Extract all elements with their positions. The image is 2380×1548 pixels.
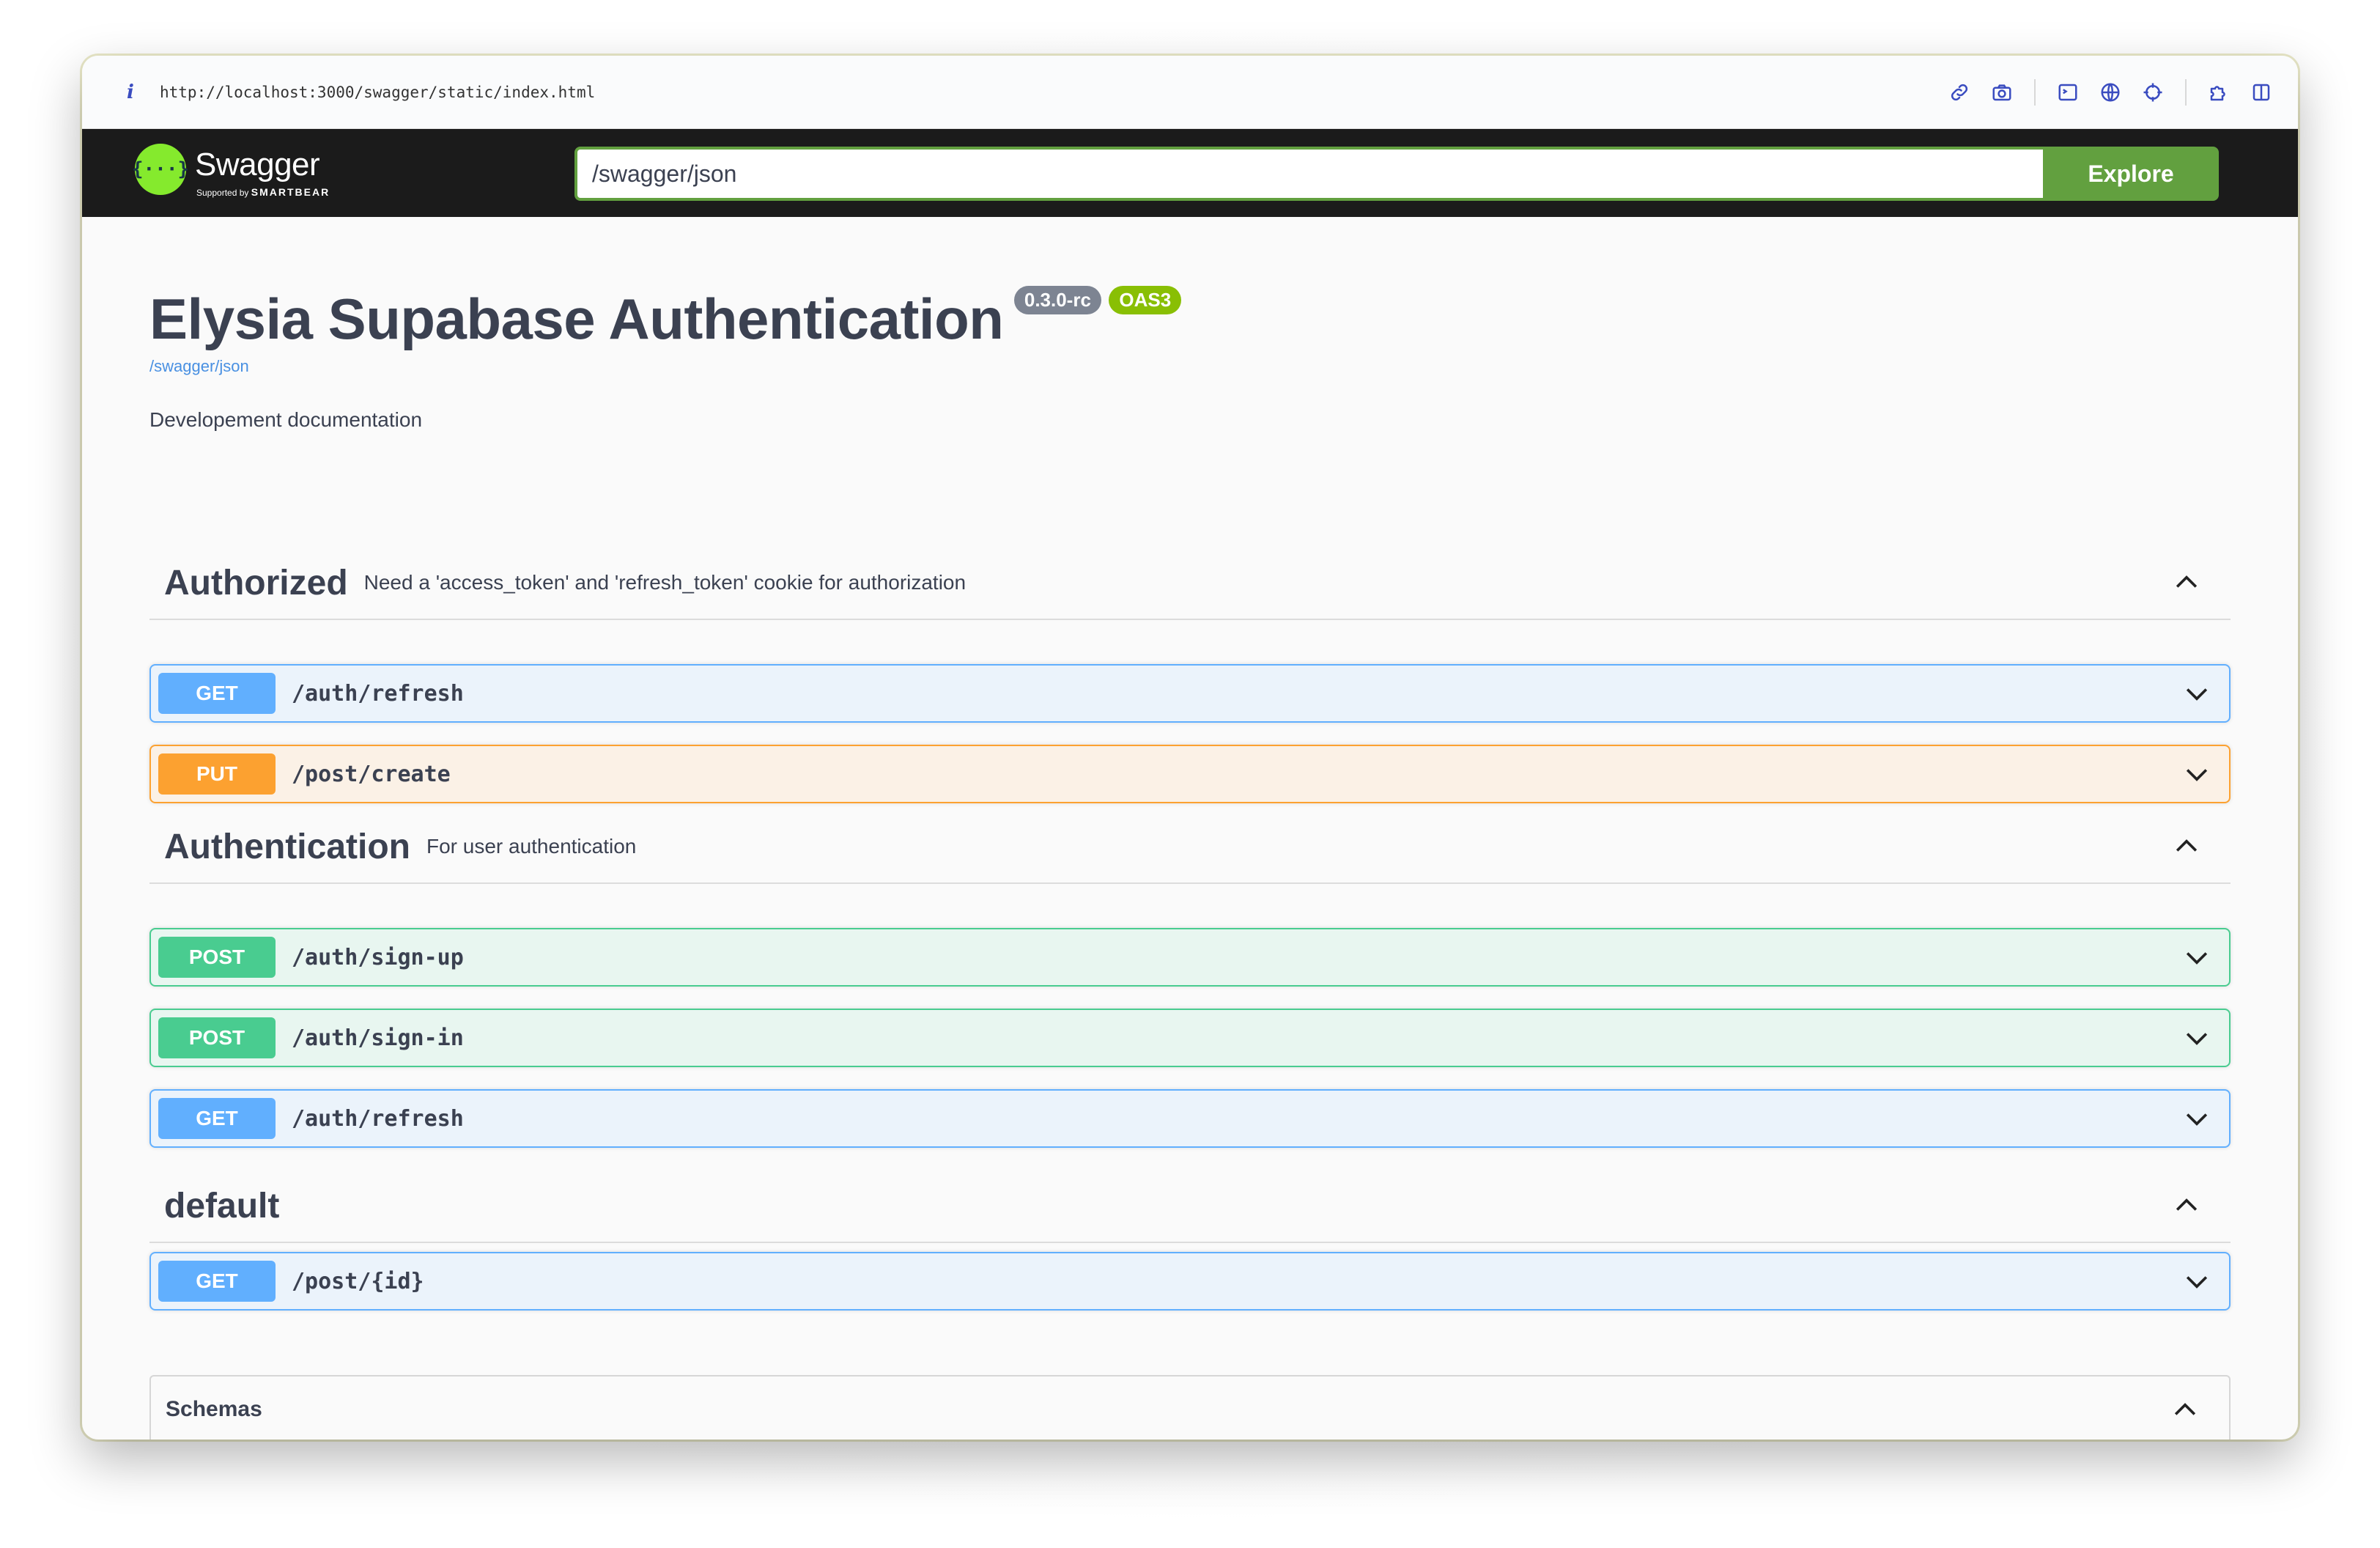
crosshair-icon[interactable]	[2138, 78, 2168, 107]
operation-path: /post/create	[292, 761, 451, 787]
tag-name: Authorized	[164, 563, 348, 602]
terminal-icon[interactable]	[2053, 78, 2082, 107]
info-icon[interactable]: i	[123, 81, 138, 103]
spec-url-input[interactable]	[574, 147, 2043, 201]
operation-path: /auth/refresh	[292, 680, 464, 707]
chevron-up-icon[interactable]	[2170, 567, 2203, 599]
chevron-up-icon[interactable]	[2170, 830, 2203, 863]
method-badge: PUT	[158, 753, 276, 795]
browser-toolbar	[1945, 56, 2276, 129]
schemas-title: Schemas	[166, 1397, 262, 1421]
chevron-up-icon[interactable]	[2170, 1190, 2203, 1222]
explore-button[interactable]: Explore	[2043, 147, 2219, 201]
spec-link[interactable]: /swagger/json	[149, 357, 1181, 376]
method-badge: POST	[158, 937, 276, 978]
swagger-logo-text: Swagger	[195, 147, 320, 183]
operation-path: /auth/sign-up	[292, 944, 464, 970]
camera-icon[interactable]	[1987, 78, 2017, 107]
api-description: Developement documentation	[149, 408, 423, 431]
chevron-down-icon[interactable]	[2181, 1022, 2213, 1054]
operation-path: /auth/sign-in	[292, 1025, 464, 1051]
tag-header-default[interactable]: default	[149, 1170, 2231, 1243]
chevron-down-icon[interactable]	[2181, 758, 2213, 790]
swagger-logo[interactable]: {···} Swagger Supported by SMARTBEAR	[132, 144, 355, 202]
tagline-brand: SMARTBEAR	[251, 186, 330, 198]
schemas-section: Schemas	[149, 1375, 2231, 1440]
version-badge: 0.3.0-rc	[1013, 286, 1101, 314]
operation-put-post-create[interactable]: PUT /post/create	[149, 745, 2231, 803]
toolbar-divider	[2185, 79, 2187, 106]
swagger-topbar: {···} Swagger Supported by SMARTBEAR Exp…	[82, 129, 2298, 217]
operation-get-post-id[interactable]: GET /post/{id}	[149, 1252, 2231, 1311]
url-text[interactable]: http://localhost:3000/swagger/static/ind…	[160, 84, 595, 101]
tag-name: Authentication	[164, 827, 410, 866]
schemas-header[interactable]: Schemas	[151, 1376, 2229, 1440]
operation-post-auth-sign-in[interactable]: POST /auth/sign-in	[149, 1009, 2231, 1067]
chevron-down-icon[interactable]	[2181, 941, 2213, 973]
operation-get-auth-refresh[interactable]: GET /auth/refresh	[149, 664, 2231, 723]
chevron-down-icon[interactable]	[2181, 1102, 2213, 1135]
chevron-down-icon[interactable]	[2181, 1265, 2213, 1297]
tag-header-authentication[interactable]: Authentication For user authentication	[149, 811, 2231, 884]
operation-path: /auth/refresh	[292, 1105, 464, 1132]
chevron-up-icon[interactable]	[2169, 1394, 2201, 1426]
method-badge: GET	[158, 1098, 276, 1139]
oas-badge: OAS3	[1109, 286, 1182, 314]
method-badge: POST	[158, 1017, 276, 1058]
operation-path: /post/{id}	[292, 1268, 424, 1294]
globe-icon[interactable]	[2096, 78, 2125, 107]
browser-address-bar: i http://localhost:3000/swagger/static/i…	[82, 56, 2298, 129]
api-info: Elysia Supabase Authentication 0.3.0-rc …	[149, 286, 1182, 432]
method-badge: GET	[158, 1261, 276, 1302]
tag-description: For user authentication	[426, 835, 637, 858]
main-content: Elysia Supabase Authentication 0.3.0-rc …	[82, 217, 2298, 1440]
tag-header-authorized[interactable]: Authorized Need a 'access_token' and 're…	[149, 547, 2231, 620]
operation-post-auth-sign-up[interactable]: POST /auth/sign-up	[149, 928, 2231, 987]
sidebar-icon[interactable]	[2247, 78, 2276, 107]
toolbar-divider	[2034, 79, 2036, 106]
extensions-icon[interactable]	[2204, 78, 2233, 107]
explore-form: Explore	[574, 147, 2219, 201]
swagger-logo-icon: {···}	[132, 144, 189, 195]
api-title: Elysia Supabase Authentication	[149, 287, 1004, 351]
smartbear-tagline: Supported by SMARTBEAR	[196, 186, 330, 198]
method-badge: GET	[158, 673, 276, 714]
tag-description: Need a 'access_token' and 'refresh_token…	[363, 571, 967, 594]
tag-name: default	[164, 1186, 280, 1226]
chevron-down-icon[interactable]	[2181, 677, 2213, 710]
tagline-prefix: Supported by	[196, 188, 249, 198]
link-icon[interactable]	[1945, 78, 1974, 107]
operation-get-auth-refresh-2[interactable]: GET /auth/refresh	[149, 1089, 2231, 1148]
browser-window: i http://localhost:3000/swagger/static/i…	[82, 56, 2298, 1440]
